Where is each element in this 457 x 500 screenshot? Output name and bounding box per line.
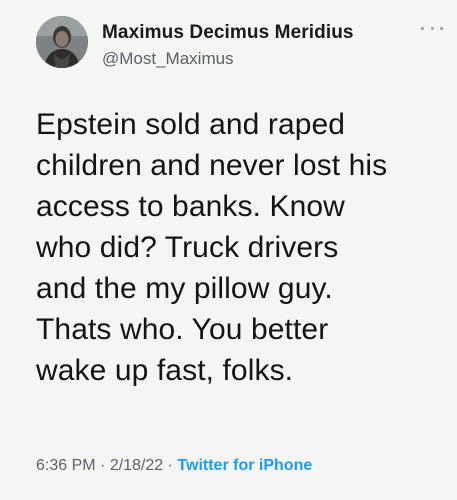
author-names: Maximus Decimus Meridius @Most_Maximus xyxy=(102,22,354,69)
avatar[interactable] xyxy=(36,16,88,68)
display-name[interactable]: Maximus Decimus Meridius xyxy=(102,22,354,44)
tweet-date[interactable]: 2/18/22 xyxy=(110,457,163,474)
profile-photo-icon xyxy=(36,16,88,68)
meta-separator: · xyxy=(163,457,178,474)
user-handle[interactable]: @Most_Maximus xyxy=(102,49,354,69)
tweet-header: Maximus Decimus Meridius @Most_Maximus xyxy=(36,16,445,76)
more-horizontal-icon[interactable] xyxy=(421,22,443,34)
tweet-meta: 6:36 PM · 2/18/22 · Twitter for iPhone xyxy=(36,457,312,475)
tweet-time[interactable]: 6:36 PM xyxy=(36,457,96,474)
tweet-text: Epstein sold and raped children and neve… xyxy=(36,108,388,387)
meta-separator: · xyxy=(95,457,110,474)
tweet-card: Maximus Decimus Meridius @Most_Maximus E… xyxy=(0,0,457,500)
tweet-source-link[interactable]: Twitter for iPhone xyxy=(177,457,312,474)
